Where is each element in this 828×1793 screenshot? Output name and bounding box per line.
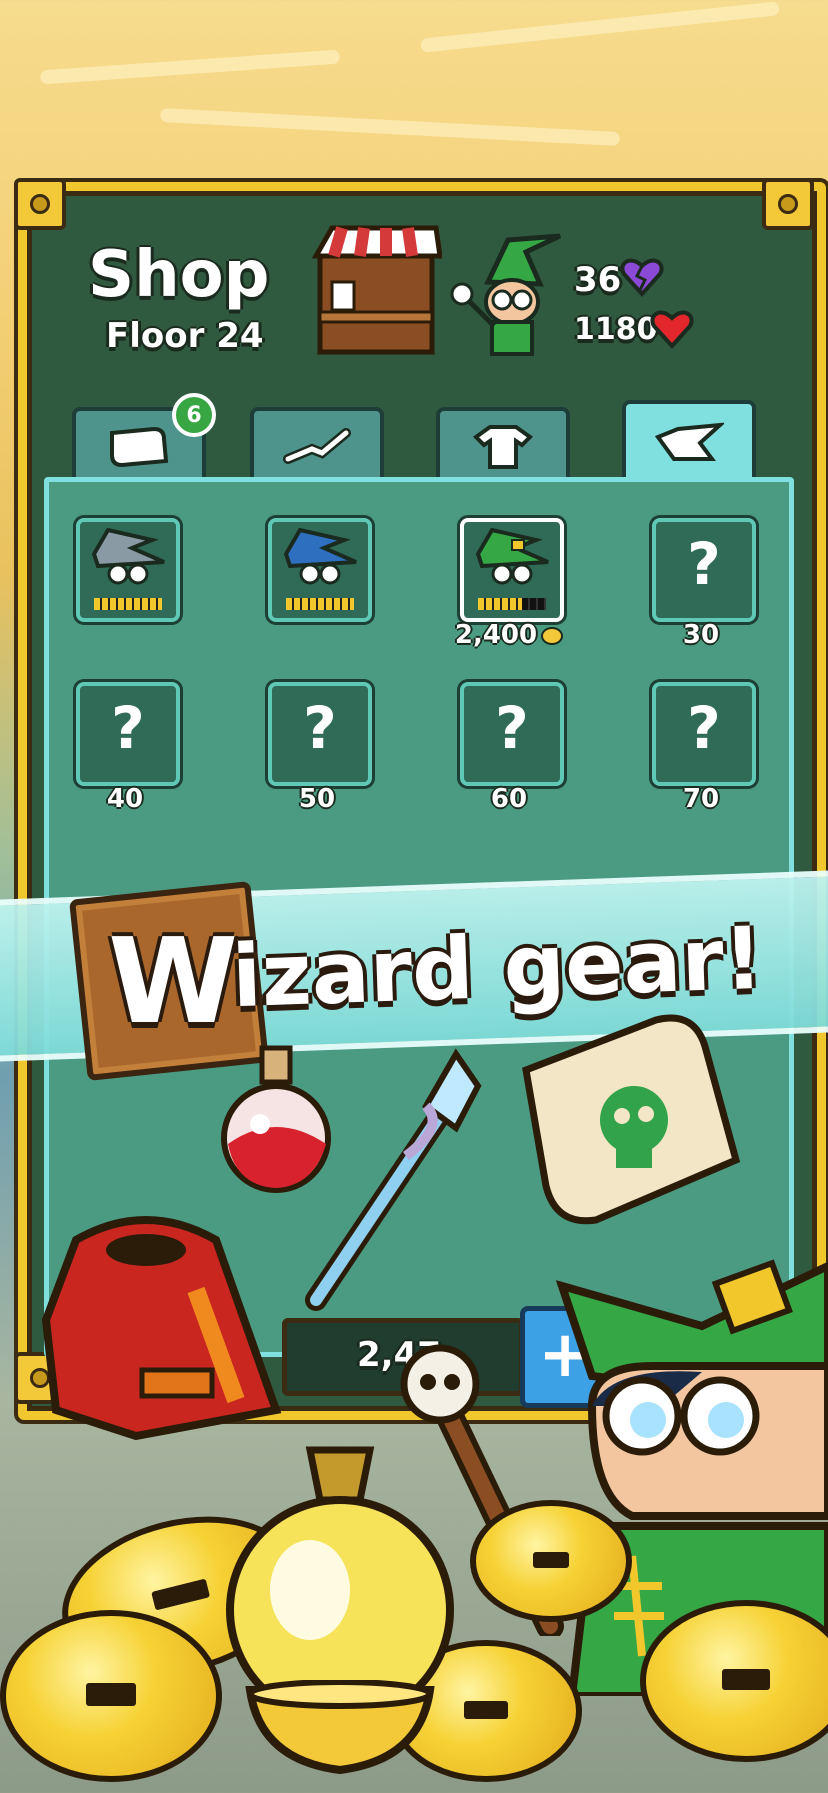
question-mark: ?	[687, 694, 721, 762]
gold-coin-icon	[470, 1500, 632, 1622]
item-slot-locked[interactable]: ?	[460, 682, 564, 786]
tab-scrolls[interactable]: 6	[72, 393, 216, 485]
unlock-floor-label: 60	[490, 784, 528, 814]
item-slot-locked[interactable]: ?	[652, 682, 756, 786]
broken-purple-heart-icon	[620, 258, 664, 297]
question-mark: ?	[111, 694, 145, 762]
question-mark: ?	[687, 530, 721, 598]
purple-hearts-count: 36	[574, 260, 622, 300]
tab-wands[interactable]	[250, 407, 384, 485]
sky-streak	[39, 49, 341, 85]
golden-goblet-icon	[245, 1680, 435, 1775]
skull-scroll-icon	[522, 1014, 741, 1225]
robe-icon	[472, 425, 534, 469]
scroll-icon	[110, 426, 169, 468]
item-slot-locked[interactable]: ?	[76, 682, 180, 786]
frame-corner	[762, 178, 814, 230]
gold-coin-icon	[640, 1600, 828, 1762]
red-hearts-count: 1180	[574, 312, 658, 347]
unlock-floor-label: 40	[106, 784, 144, 814]
tab-hats[interactable]	[622, 400, 756, 488]
question-mark: ?	[303, 694, 337, 762]
item-slot-green-hat[interactable]	[460, 518, 564, 622]
item-slot-locked[interactable]: ?	[652, 518, 756, 622]
item-slot-blue-hat[interactable]	[268, 518, 372, 622]
tab-robes[interactable]	[436, 407, 570, 485]
level-bar	[286, 598, 354, 610]
blue-wizard-hat-icon	[283, 527, 357, 585]
shop-stall-icon	[312, 225, 442, 355]
item-slot-locked[interactable]: ?	[268, 682, 372, 786]
unlock-floor-label: 30	[682, 620, 720, 650]
frame-corner	[14, 178, 66, 230]
wizard-shopkeeper-icon	[450, 233, 562, 356]
question-mark: ?	[495, 694, 529, 762]
level-bar	[94, 598, 162, 610]
banner-first-letter: W	[108, 912, 239, 1050]
coin-icon	[541, 626, 564, 645]
unlock-floor-label: 70	[682, 784, 720, 814]
gold-coin-icon	[0, 1610, 222, 1782]
unlock-floor-label: 50	[298, 784, 336, 814]
shop-title: Shop	[88, 238, 270, 312]
notification-badge: 6	[172, 393, 216, 437]
magic-staff-icon	[305, 1048, 482, 1311]
item-slot-grey-hat[interactable]	[76, 518, 180, 622]
level-bar	[478, 598, 546, 610]
green-wizard-hat-icon	[475, 527, 549, 585]
red-robe-icon	[41, 1216, 282, 1440]
wand-icon	[283, 428, 351, 464]
money-bag-icon	[226, 1446, 454, 1720]
item-price: 2,400	[444, 620, 574, 650]
floor-label: Floor 24	[106, 316, 264, 356]
red-heart-icon	[650, 310, 694, 349]
sky-streak	[159, 107, 621, 147]
sky-streak	[420, 1, 780, 53]
wizard-hat-icon	[654, 422, 724, 461]
grey-wizard-hat-icon	[91, 527, 165, 585]
